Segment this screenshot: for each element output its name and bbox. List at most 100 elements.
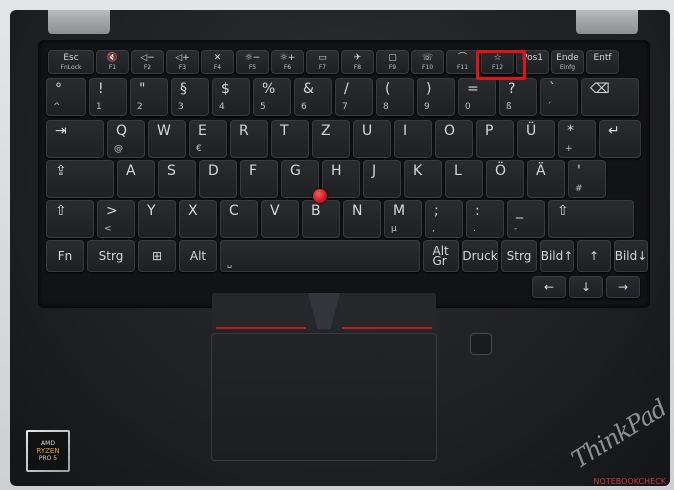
key-q_row-7[interactable]: U [353,120,391,158]
key-a_row-1[interactable]: A [117,160,155,198]
key-q_row-1[interactable]: Q @ [107,120,145,158]
key-bottom_row-6[interactable]: Druck [462,240,498,272]
key-q_row-13[interactable]: ↵ [599,120,641,158]
key-bottom_row-2[interactable]: ⊞ [138,240,176,272]
key-q_row-12[interactable]: * + [558,120,596,158]
key-fn_row-7[interactable]: ▭ F7 [306,50,339,74]
key-sublabel: ´ [547,102,552,112]
key-bottom_row-9[interactable]: ↑ [577,240,611,272]
key-z_row-5[interactable]: V [261,200,299,238]
key-fn_row-10[interactable]: ☏ F10 [411,50,444,74]
key-z_row-0[interactable]: ⇧ [46,200,94,238]
key-fn_row-2[interactable]: ◁− F2 [131,50,164,74]
key-arrow_row-2[interactable]: → [606,276,640,298]
key-z_row-6[interactable]: B [302,200,340,238]
key-a_row-7[interactable]: J [363,160,401,198]
key-z_row-8[interactable]: Mµ [384,200,422,238]
key-bottom_row-7[interactable]: Strg [501,240,537,272]
key-a_row-8[interactable]: K [404,160,442,198]
key-fn_row-14[interactable]: Ende Einfg [551,50,584,74]
key-num_row-5[interactable]: % 5 [253,78,291,116]
key-num_row-9[interactable]: ) 9 [417,78,455,116]
key-label: ⇧ [557,203,569,219]
key-z_row-7[interactable]: N [343,200,381,238]
trackpoint[interactable] [313,189,327,203]
key-z_row-12[interactable]: ⇧ [548,200,634,238]
key-label: § [180,81,187,97]
key-label: ✕ [213,53,222,63]
key-label: _ [516,203,523,219]
key-bottom_row-5[interactable]: Alt Gr [423,240,459,272]
key-num_row-11[interactable]: ? ß [499,78,537,116]
key-a_row-10[interactable]: Ö [486,160,524,198]
key-fn_row-5[interactable]: ☼− F5 [236,50,269,74]
key-a_row-2[interactable]: S [158,160,196,198]
middle-button[interactable] [308,293,340,329]
key-q_row-3[interactable]: E € [189,120,227,158]
key-q_row-0[interactable]: ⇥ [46,120,104,158]
key-num_row-0[interactable]: ° ^ [46,78,86,116]
key-num_row-10[interactable]: = 0 [458,78,496,116]
key-fn_row-0[interactable]: Esc FnLock [48,50,94,74]
key-fn_row-9[interactable]: ▢ F9 [376,50,409,74]
key-label: L [454,163,462,179]
touchpad[interactable] [211,333,437,461]
key-fn_row-11[interactable]: ⌒ F11 [446,50,479,74]
key-label: ⌫ [590,81,610,97]
key-arrow_row-1[interactable]: ↓ [569,276,603,298]
key-q_row-9[interactable]: O [435,120,473,158]
key-arrow_row-0[interactable]: ← [532,276,566,298]
key-z_row-3[interactable]: X [179,200,217,238]
key-a_row-0[interactable]: ⇪ [46,160,114,198]
key-q_row-10[interactable]: P [476,120,514,158]
key-fn_row-8[interactable]: ✈ F8 [341,50,374,74]
key-sublabel: ^ [53,102,61,112]
key-sublabel: Einfg [559,64,576,71]
key-label: Ä [536,163,546,179]
key-a_row-9[interactable]: L [445,160,483,198]
key-a_row-6[interactable]: H [322,160,360,198]
key-z_row-1[interactable]: > < [97,200,135,238]
key-num_row-7[interactable]: /7 [335,78,373,116]
key-q_row-2[interactable]: W [148,120,186,158]
key-num_row-1[interactable]: ! 1 [89,78,127,116]
key-label: > [106,203,118,219]
key-z_row-4[interactable]: C [220,200,258,238]
key-z_row-10[interactable]: :. [466,200,504,238]
key-bottom_row-10[interactable]: Bild↓ [614,240,648,272]
key-fn_row-15[interactable]: Entf [586,50,619,74]
key-fn_row-3[interactable]: ◁+ F3 [166,50,199,74]
key-a_row-12[interactable]: ' # [568,160,606,198]
key-fn_row-6[interactable]: ☼+ F6 [271,50,304,74]
key-q_row-5[interactable]: T [271,120,309,158]
key-q_row-11[interactable]: Ü [517,120,555,158]
key-num_row-6[interactable]: & 6 [294,78,332,116]
key-sublabel: + [565,144,573,154]
key-a_row-11[interactable]: Ä [527,160,565,198]
key-bottom_row-3[interactable]: Alt [179,240,217,272]
key-a_row-4[interactable]: F [240,160,278,198]
key-fn_row-4[interactable]: ✕ F4 [201,50,234,74]
key-num_row-2[interactable]: " 2 [130,78,168,116]
key-sublabel: 8 [383,102,389,112]
key-num_row-13[interactable]: ⌫ [581,78,639,116]
key-num_row-12[interactable]: ` ´ [540,78,578,116]
key-z_row-9[interactable]: ;, [425,200,463,238]
key-label: J [372,163,377,179]
key-bottom_row-0[interactable]: Fn [46,240,84,272]
key-label: U [362,123,373,139]
key-fn_row-1[interactable]: 🔇 F1 [96,50,129,74]
key-q_row-6[interactable]: Z [312,120,350,158]
key-bottom_row-1[interactable]: Strg [87,240,135,272]
key-q_row-4[interactable]: R [230,120,268,158]
key-bottom_row-4[interactable]: ␣ [220,240,420,272]
key-z_row-2[interactable]: Y [138,200,176,238]
key-num_row-8[interactable]: (8 [376,78,414,116]
key-a_row-3[interactable]: D [199,160,237,198]
key-label: ← [543,280,555,294]
key-num_row-3[interactable]: § 3 [171,78,209,116]
key-z_row-11[interactable]: _ - [507,200,545,238]
key-bottom_row-8[interactable]: Bild↑ [540,240,574,272]
key-num_row-4[interactable]: $4 [212,78,250,116]
key-q_row-8[interactable]: I [394,120,432,158]
